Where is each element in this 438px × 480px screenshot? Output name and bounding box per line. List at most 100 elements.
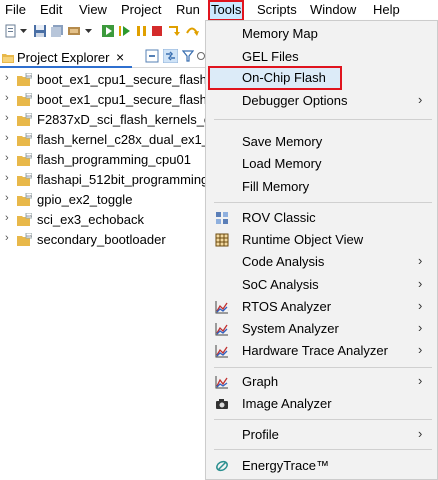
menu-item-save-memory[interactable]: Save Memory	[206, 131, 437, 153]
menu-item-profile[interactable]: Profile ›	[206, 424, 437, 446]
chevron-right-icon[interactable]: ›	[5, 152, 9, 164]
project-label: secondary_bootloader	[37, 232, 166, 247]
menu-tools[interactable]: Tools	[207, 0, 245, 21]
terminate-icon[interactable]	[150, 24, 164, 38]
menu-separator	[214, 119, 432, 120]
step-into-icon[interactable]	[167, 24, 181, 38]
new-file-icon[interactable]	[4, 24, 18, 38]
project-label: flashapi_512bit_programming	[37, 172, 206, 187]
svg-text:ccs: ccs	[27, 94, 33, 98]
menu-separator	[214, 449, 432, 450]
menu-item-rtos-analyzer[interactable]: RTOS Analyzer ›	[206, 296, 437, 318]
submenu-arrow-icon: ›	[418, 92, 423, 107]
submenu-arrow-icon: ›	[418, 426, 423, 441]
menu-run[interactable]: Run	[175, 2, 201, 19]
chevron-right-icon[interactable]: ›	[5, 192, 9, 204]
ccs-project-icon: ccs	[17, 73, 32, 86]
submenu-arrow-icon: ›	[418, 298, 423, 313]
menu-window[interactable]: Window	[309, 2, 357, 19]
chevron-right-icon[interactable]: ›	[5, 92, 9, 104]
save-all-icon[interactable]	[50, 24, 64, 38]
ccs-project-icon: ccs	[17, 113, 32, 126]
menu-item-hardware-trace-analyzer[interactable]: Hardware Trace Analyzer ›	[206, 340, 437, 362]
tree-item[interactable]: › ccs sci_ex3_echoback	[0, 210, 206, 230]
menu-item-label: Debugger Options	[242, 93, 348, 108]
menu-item-soc-analysis[interactable]: SoC Analysis ›	[206, 274, 437, 296]
project-label: flash_kernel_c28x_dual_ex1_c2	[37, 132, 206, 147]
menu-item-label: ROV Classic	[242, 210, 316, 225]
ccs-project-icon: ccs	[17, 173, 32, 186]
build-icon[interactable]	[67, 24, 81, 38]
dropdown-arrow-icon[interactable]	[19, 24, 28, 38]
project-label: flash_programming_cpu01	[37, 152, 191, 167]
ccs-project-icon: ccs	[17, 133, 32, 146]
tree-item[interactable]: › ccs flash_kernel_c28x_dual_ex1_c2	[0, 130, 206, 150]
close-icon[interactable]: ×	[116, 49, 124, 65]
menu-item-debugger-options[interactable]: Debugger Options ›	[206, 90, 437, 112]
tree-item[interactable]: › ccs secondary_bootloader	[0, 230, 206, 250]
menu-item-label: GEL Files	[242, 49, 299, 64]
menu-bar: File Edit View Project Run Tools Scripts…	[0, 0, 438, 21]
tree-item[interactable]: › ccs flash_programming_cpu01	[0, 150, 206, 170]
chevron-right-icon[interactable]: ›	[5, 132, 9, 144]
chevron-right-icon[interactable]: ›	[5, 232, 9, 244]
analyzer-chart-icon	[215, 323, 228, 336]
tree-item[interactable]: › ccs F2837xD_sci_flash_kernels_cpu	[0, 110, 206, 130]
filter-icon[interactable]	[182, 49, 194, 63]
menu-separator	[214, 202, 432, 203]
menu-scripts[interactable]: Scripts	[256, 2, 298, 19]
step-over-icon[interactable]	[185, 24, 199, 38]
chevron-right-icon[interactable]: ›	[5, 72, 9, 84]
save-icon[interactable]	[33, 24, 47, 38]
menu-item-rov-classic[interactable]: ROV Classic	[206, 207, 437, 229]
link-with-editor-icon[interactable]	[163, 49, 178, 63]
collapse-all-icon[interactable]	[145, 49, 159, 63]
folder-icon	[2, 54, 14, 63]
tab-project-explorer[interactable]: Project Explorer ×	[0, 46, 132, 68]
menu-item-runtime-object-view[interactable]: Runtime Object View	[206, 229, 437, 251]
tree-item[interactable]: › ccs boot_ex1_cpu1_secure_flash_c	[0, 90, 206, 110]
debug-icon[interactable]	[101, 24, 115, 38]
menu-view[interactable]: View	[78, 2, 108, 19]
menu-item-code-analysis[interactable]: Code Analysis ›	[206, 251, 437, 273]
menu-item-label: RTOS Analyzer	[242, 299, 332, 314]
menu-item-memory-map[interactable]: Memory Map	[206, 23, 437, 45]
analyzer-chart-icon	[215, 345, 228, 358]
suspend-icon[interactable]	[135, 24, 149, 38]
menu-item-gel-files[interactable]: GEL Files	[206, 46, 437, 68]
tools-menu: Memory Map GEL Files On-Chip Flash Debug…	[205, 20, 438, 480]
menu-item-graph[interactable]: Graph ›	[206, 371, 437, 393]
tree-item[interactable]: › ccs gpio_ex2_toggle	[0, 190, 206, 210]
energytrace-icon	[216, 460, 228, 472]
ccs-project-icon: ccs	[17, 233, 32, 246]
project-explorer-tabbar: Project Explorer ×	[0, 44, 206, 68]
tree-item[interactable]: › ccs boot_ex1_cpu1_secure_flash	[0, 70, 206, 90]
menu-item-system-analyzer[interactable]: System Analyzer ›	[206, 318, 437, 340]
chevron-right-icon[interactable]: ›	[5, 212, 9, 224]
menu-separator	[214, 367, 432, 368]
menu-file[interactable]: File	[4, 2, 27, 19]
analyzer-chart-icon	[215, 301, 228, 314]
menu-help[interactable]: Help	[372, 2, 401, 19]
svg-text:ccs: ccs	[27, 174, 33, 178]
menu-item-image-analyzer[interactable]: Image Analyzer	[206, 393, 437, 415]
menu-edit[interactable]: Edit	[39, 2, 63, 19]
menu-item-label: Code Analysis	[242, 254, 325, 269]
menu-item-on-chip-flash[interactable]: On-Chip Flash	[206, 66, 437, 90]
tree-item[interactable]: › ccs flashapi_512bit_programming	[0, 170, 206, 190]
menu-item-fill-memory[interactable]: Fill Memory	[206, 176, 437, 198]
menu-item-energytrace[interactable]: EnergyTrace™	[206, 455, 437, 477]
ccs-project-icon: ccs	[17, 193, 32, 206]
dropdown-arrow-icon[interactable]	[84, 24, 93, 38]
menu-item-load-memory[interactable]: Load Memory	[206, 153, 437, 175]
graph-icon	[215, 376, 228, 389]
svg-text:ccs: ccs	[27, 194, 33, 198]
menu-separator	[214, 419, 432, 420]
resume-icon[interactable]	[118, 24, 132, 38]
menu-item-label: EnergyTrace™	[242, 458, 329, 473]
menu-project[interactable]: Project	[120, 2, 162, 19]
chevron-right-icon[interactable]: ›	[5, 112, 9, 124]
chevron-right-icon[interactable]: ›	[5, 172, 9, 184]
menu-item-label: Save Memory	[242, 134, 323, 149]
svg-text:ccs: ccs	[27, 214, 33, 218]
